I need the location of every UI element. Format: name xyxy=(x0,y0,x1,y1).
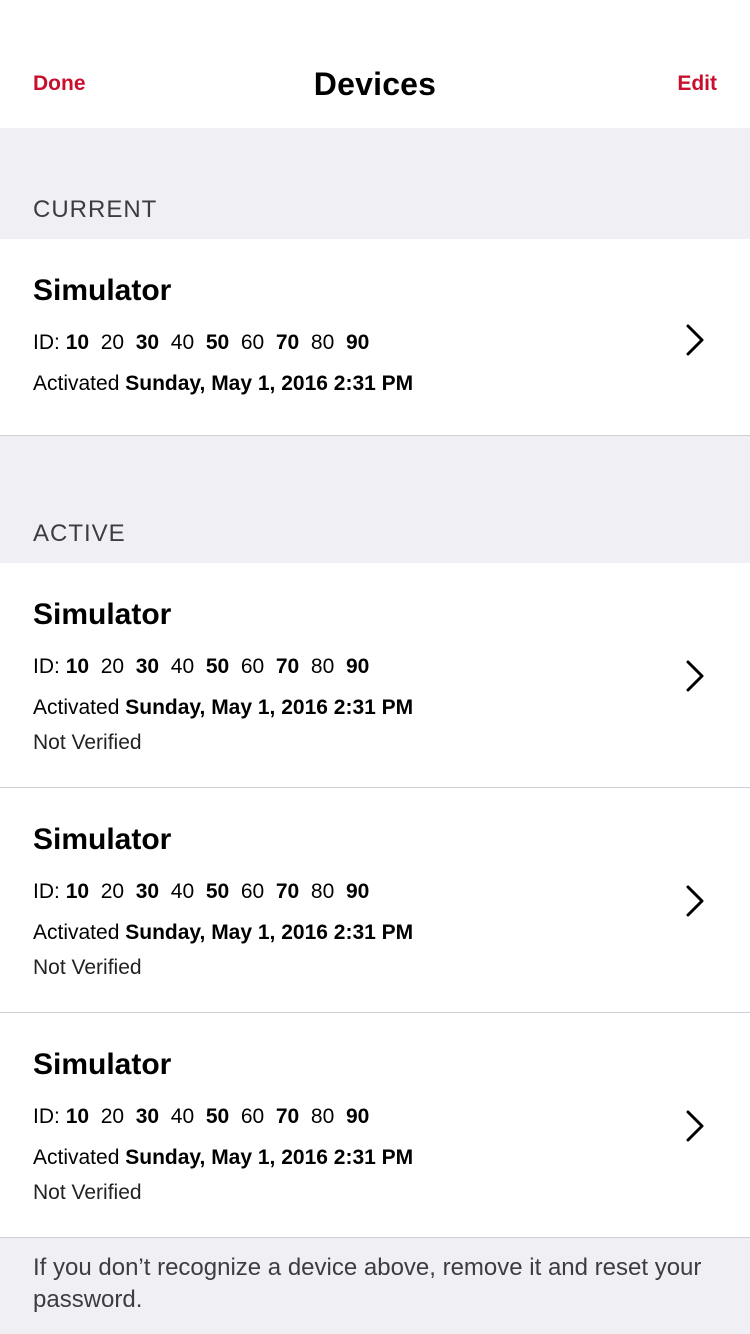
section-header-active: ACTIVE xyxy=(33,520,126,547)
section-header-current: CURRENT xyxy=(33,196,158,223)
device-id: ID: 10 20 30 40 50 60 70 80 90 xyxy=(33,880,370,903)
page-title: Devices xyxy=(313,66,437,102)
row-divider xyxy=(0,1237,750,1238)
footer-note: If you don’t recognize a device above, r… xyxy=(33,1254,702,1313)
navigation-bar: Done Devices Edit xyxy=(0,0,750,128)
verification-status: Not Verified xyxy=(33,1181,142,1204)
device-id: ID: 10 20 30 40 50 60 70 80 90 xyxy=(33,1105,370,1128)
device-activated: Activated Sunday, May 1, 2016 2:31 PM xyxy=(33,1146,414,1169)
device-id: ID: 10 20 30 40 50 60 70 80 90 xyxy=(33,655,370,678)
chevron-right-icon xyxy=(686,885,704,917)
chevron-right-icon xyxy=(686,324,704,356)
device-name: Simulator xyxy=(33,823,172,856)
device-row-active-2[interactable]: Simulator ID: 10 20 30 40 50 60 70 80 90… xyxy=(0,788,750,1013)
verification-status: Not Verified xyxy=(33,731,142,754)
device-row-active-1[interactable]: Simulator ID: 10 20 30 40 50 60 70 80 90… xyxy=(0,563,750,788)
device-activated: Activated Sunday, May 1, 2016 2:31 PM xyxy=(33,372,414,395)
device-name: Simulator xyxy=(33,598,172,631)
device-row-active-3[interactable]: Simulator ID: 10 20 30 40 50 60 70 80 90… xyxy=(0,1013,750,1238)
row-divider xyxy=(0,435,750,436)
chevron-right-icon xyxy=(686,660,704,692)
device-id: ID: 10 20 30 40 50 60 70 80 90 xyxy=(33,331,370,354)
verification-status: Not Verified xyxy=(33,956,142,979)
chevron-right-icon xyxy=(686,1110,704,1142)
device-activated: Activated Sunday, May 1, 2016 2:31 PM xyxy=(33,696,414,719)
device-row-current[interactable]: Simulator ID: 10 20 30 40 50 60 70 80 90… xyxy=(0,239,750,436)
device-name: Simulator xyxy=(33,274,172,307)
device-activated: Activated Sunday, May 1, 2016 2:31 PM xyxy=(33,921,414,944)
edit-button[interactable]: Edit xyxy=(677,70,717,98)
device-name: Simulator xyxy=(33,1048,172,1081)
